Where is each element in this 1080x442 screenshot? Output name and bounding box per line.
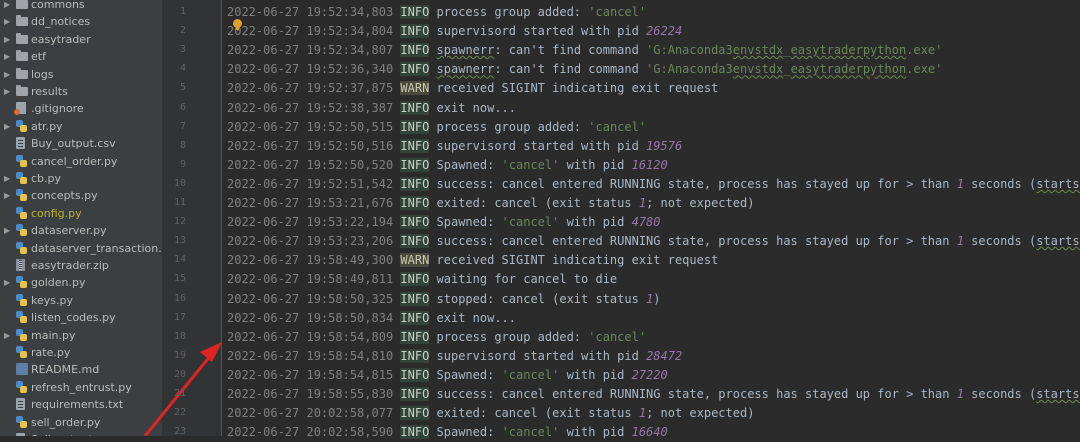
line-number: 15 [173,273,186,285]
line-number: 4 [179,63,186,75]
line-number: 13 [173,235,186,247]
line-number: 6 [179,101,186,113]
line-number: 3 [179,44,186,56]
line-number: 7 [179,120,186,132]
line-number: 20 [173,368,186,380]
line-number: 22 [173,407,186,419]
line-number: 1 [179,6,186,17]
line-number: 21 [173,388,186,399]
arrow-head [200,342,222,362]
line-number: 2 [179,25,186,37]
line-number: 17 [173,311,186,323]
line-number: 14 [173,254,186,266]
annotation-arrow-icon [143,342,222,436]
line-number: 11 [173,197,186,208]
line-number: 8 [179,139,186,151]
line-number: 18 [173,330,186,342]
line-number: 16 [173,292,186,304]
line-number: 12 [173,216,186,228]
line-number: 10 [173,177,186,189]
line-number: 5 [179,82,186,94]
line-number: 9 [179,158,186,170]
line-number: 19 [173,349,186,361]
